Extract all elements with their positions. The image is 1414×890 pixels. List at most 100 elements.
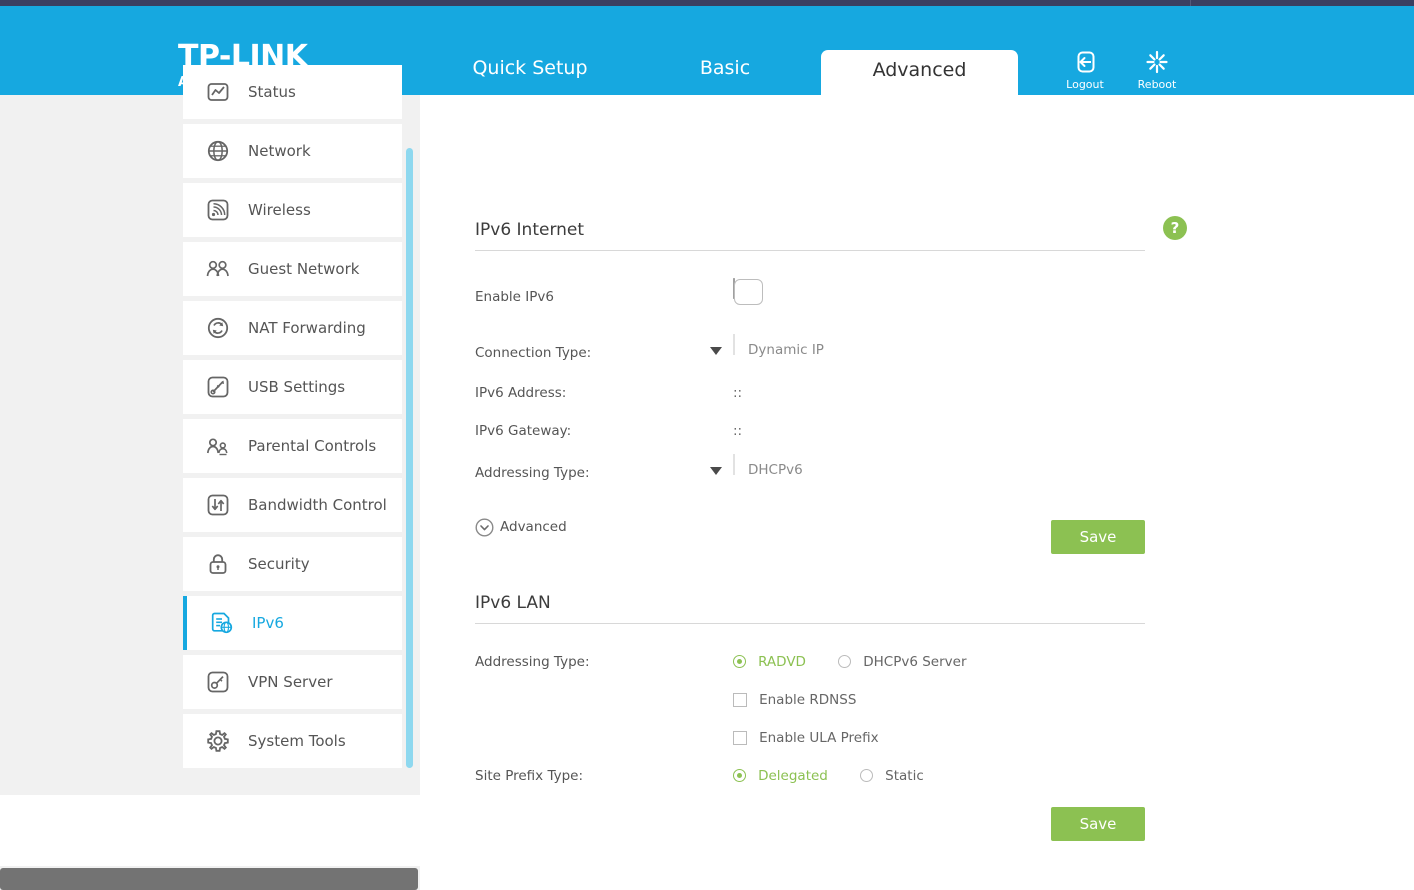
- sidebar-item-bandwidth-control[interactable]: Bandwidth Control: [183, 478, 402, 532]
- save-button-ipv6-lan[interactable]: Save: [1051, 807, 1145, 841]
- radio-static[interactable]: Static: [860, 765, 924, 784]
- sidebar-item-vpn-server[interactable]: VPN Server: [183, 655, 402, 709]
- sidebar-item-nat-forwarding[interactable]: NAT Forwarding: [183, 301, 402, 355]
- reboot-button[interactable]: Reboot: [1122, 50, 1192, 91]
- sidebar-item-label: Guest Network: [248, 260, 360, 278]
- sidebar-item-parental-controls[interactable]: Parental Controls: [183, 419, 402, 473]
- sidebar-item-ipv6[interactable]: IPv6: [183, 596, 402, 650]
- horizontal-scrollbar-thumb[interactable]: [0, 868, 418, 890]
- radio-icon: [838, 655, 852, 668]
- sidebar-item-label: Wireless: [248, 201, 311, 219]
- row-site-prefix-type: Site Prefix Type: Delegated Static: [475, 762, 1145, 800]
- sidebar-item-label: VPN Server: [248, 673, 333, 691]
- wireless-icon: [205, 197, 231, 223]
- checkbox-enable-rdnss[interactable]: Enable RDNSS: [733, 689, 856, 708]
- radio-delegated[interactable]: Delegated: [733, 765, 828, 784]
- ipv6-internet-title: IPv6 Internet: [475, 220, 585, 240]
- toggle-knob: [734, 279, 763, 305]
- status-icon: [205, 79, 231, 105]
- site-prefix-type-label: Site Prefix Type:: [475, 768, 584, 784]
- radio-icon: [860, 769, 874, 782]
- addressing-type-select[interactable]: DHCPv6: [710, 454, 803, 478]
- row-enable-ipv6: Enable IPv6: [475, 277, 1145, 317]
- checkbox-icon: [733, 731, 747, 745]
- sidebar-item-network[interactable]: Network: [183, 124, 402, 178]
- addressing-type-value: DHCPv6: [748, 462, 803, 478]
- ipv6-gateway-label: IPv6 Gateway:: [475, 423, 572, 439]
- lock-icon: [205, 551, 231, 577]
- help-button[interactable]: ?: [1163, 216, 1187, 240]
- radio-icon: [733, 769, 746, 782]
- checkbox-enable-ula-prefix-label: Enable ULA Prefix: [759, 730, 879, 746]
- addressing-type-label: Addressing Type:: [475, 465, 590, 481]
- radio-icon: [733, 655, 746, 668]
- ipv6-address-value: ::: [733, 385, 743, 401]
- sidebar-item-label: System Tools: [248, 732, 346, 750]
- gear-icon: [205, 728, 231, 754]
- sidebar-item-label: Security: [248, 555, 310, 573]
- advanced-label: Advanced: [500, 519, 567, 535]
- sidebar-item-system-tools[interactable]: System Tools: [183, 714, 402, 768]
- chevron-down-icon: [710, 347, 722, 355]
- ipv6-icon: [209, 610, 235, 636]
- logout-button[interactable]: Logout: [1050, 50, 1120, 91]
- section-divider: [475, 250, 1145, 251]
- row-enable-rdnss: Enable RDNSS: [475, 686, 1145, 724]
- reboot-icon: [1122, 50, 1192, 76]
- connection-type-select[interactable]: Dynamic IP: [710, 334, 824, 358]
- sidebar-item-label: Parental Controls: [248, 437, 377, 455]
- ipv6-address-label: IPv6 Address:: [475, 385, 567, 401]
- bandwidth-control-icon: [205, 492, 231, 518]
- sidebar-item-status[interactable]: Status: [183, 65, 402, 119]
- radio-radvd-label: RADVD: [758, 654, 806, 670]
- sidebar-item-label: USB Settings: [248, 378, 346, 396]
- reboot-label: Reboot: [1137, 78, 1177, 91]
- page-body: Status Network Wireless Guest Network NA…: [0, 65, 1414, 890]
- connection-type-label: Connection Type:: [475, 345, 592, 361]
- chevron-down-circle-icon: [475, 518, 494, 537]
- radio-dhcpv6-server[interactable]: DHCPv6 Server: [838, 651, 967, 670]
- ipv6-lan-section: IPv6 LAN Addressing Type: RADVD DHCPv6 S…: [475, 593, 1145, 841]
- enable-ipv6-toggle[interactable]: [733, 278, 763, 305]
- row-connection-type: Connection Type: Dynamic IP: [475, 334, 1145, 373]
- chevron-down-icon: [710, 467, 722, 475]
- tab-quick-setup[interactable]: Quick Setup: [455, 50, 605, 95]
- content-area: ? IPv6 Internet Enable IPv6 Connection T…: [420, 190, 1414, 890]
- sidebar-item-label: Status: [248, 83, 296, 101]
- enable-ipv6-label: Enable IPv6: [475, 289, 554, 305]
- tab-basic[interactable]: Basic: [660, 50, 790, 95]
- sidebar-item-label: IPv6: [252, 614, 284, 632]
- checkbox-enable-rdnss-label: Enable RDNSS: [759, 692, 857, 708]
- section-divider: [475, 623, 1145, 624]
- connection-type-value: Dynamic IP: [748, 342, 824, 358]
- sidebar-item-guest-network[interactable]: Guest Network: [183, 242, 402, 296]
- radio-delegated-label: Delegated: [758, 768, 828, 784]
- nat-forwarding-icon: [205, 315, 231, 341]
- sidebar-menu: Status Network Wireless Guest Network NA…: [183, 65, 402, 773]
- sidebar-item-usb-settings[interactable]: USB Settings: [183, 360, 402, 414]
- sidebar-scrollbar-thumb[interactable]: [406, 148, 413, 768]
- parental-controls-icon: [205, 433, 231, 459]
- sidebar-item-wireless[interactable]: Wireless: [183, 183, 402, 237]
- header-actions: Logout Reboot: [1050, 50, 1220, 100]
- usb-settings-icon: [205, 374, 231, 400]
- logout-icon: [1050, 50, 1120, 76]
- ipv6-internet-section: IPv6 Internet Enable IPv6 Connection Typ…: [475, 220, 1145, 556]
- logout-label: Logout: [1066, 78, 1104, 91]
- sidebar-item-label: NAT Forwarding: [248, 319, 366, 337]
- guest-network-icon: [205, 256, 231, 282]
- tab-advanced[interactable]: Advanced: [821, 50, 1018, 95]
- ipv6-lan-title: IPv6 LAN: [475, 593, 551, 613]
- save-button-ipv6-internet[interactable]: Save: [1051, 520, 1145, 554]
- row-advanced: Advanced: [475, 518, 1145, 556]
- row-addressing-type-wan: Addressing Type: DHCPv6: [475, 454, 1145, 493]
- sidebar-item-security[interactable]: Security: [183, 537, 402, 591]
- row-ipv6-gateway: IPv6 Gateway: ::: [475, 417, 1145, 455]
- ipv6-gateway-value: ::: [733, 423, 743, 439]
- vpn-server-icon: [205, 669, 231, 695]
- lan-addressing-type-label: Addressing Type:: [475, 654, 590, 670]
- checkbox-enable-ula-prefix[interactable]: Enable ULA Prefix: [733, 727, 879, 746]
- row-enable-ula-prefix: Enable ULA Prefix: [475, 724, 1145, 762]
- sidebar-item-label: Bandwidth Control: [248, 496, 387, 514]
- radio-radvd[interactable]: RADVD: [733, 651, 806, 670]
